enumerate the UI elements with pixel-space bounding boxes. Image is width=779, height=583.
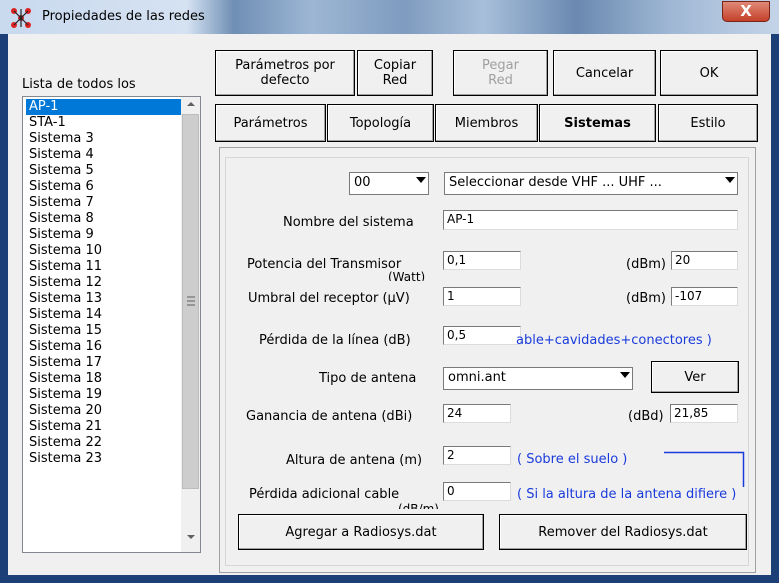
tab-parametros[interactable]: Parámetros	[215, 104, 326, 142]
default-parameters-button[interactable]: Parámetros por defecto	[215, 50, 355, 96]
antenna-height-note: ( Sobre el suelo )	[517, 452, 628, 467]
tx-power-label: Potencia del Transmisor	[247, 257, 402, 272]
list-item[interactable]: Sistema 11	[26, 259, 181, 275]
view-antenna-button[interactable]: Ver	[651, 361, 739, 393]
remove-from-radiosys-button[interactable]: Remover del Radiosys.dat	[499, 514, 747, 550]
list-item[interactable]: Sistema 23	[26, 451, 181, 467]
extra-loss-unit: (dB/m)	[398, 503, 439, 509]
list-item[interactable]: Sistema 22	[26, 435, 181, 451]
bracket-line	[664, 451, 745, 487]
list-item[interactable]: Sistema 12	[26, 275, 181, 291]
tab-topologia[interactable]: Topología	[327, 104, 434, 142]
antenna-type-value: omni.ant	[448, 370, 506, 385]
list-item[interactable]: STA-1	[26, 115, 181, 131]
list-item[interactable]: AP-1	[26, 99, 181, 115]
tx-power-unit: (Watt)	[388, 271, 426, 281]
list-item[interactable]: Sistema 4	[26, 147, 181, 163]
network-app-icon	[11, 8, 31, 28]
rx-dbm-label: (dBm)	[626, 291, 666, 306]
radio-system-dropdown[interactable]: Seleccionar desde VHF ... UHF ...	[444, 172, 738, 195]
gain-dbd-label: (dBd)	[628, 409, 664, 424]
list-item[interactable]: Sistema 17	[26, 355, 181, 371]
list-item[interactable]: Sistema 16	[26, 339, 181, 355]
tab-sistemas[interactable]: Sistemas	[539, 104, 656, 142]
tab-estilo[interactable]: Estilo	[658, 104, 758, 142]
chevron-down-icon	[416, 177, 426, 183]
list-item[interactable]: Sistema 8	[26, 211, 181, 227]
list-item[interactable]: Sistema 7	[26, 195, 181, 211]
rx-threshold-label: Umbral del receptor (µV)	[248, 291, 410, 306]
antenna-height-label: Altura de antena (m)	[286, 453, 423, 468]
list-item[interactable]: Sistema 13	[26, 291, 181, 307]
chevron-down-icon	[620, 372, 630, 378]
cancel-button[interactable]: Cancelar	[553, 50, 656, 96]
tab-miembros[interactable]: Miembros	[435, 104, 538, 142]
gain-dbd-input[interactable]: 21,85	[670, 404, 738, 423]
extra-loss-label: Pérdida adicional cable	[249, 487, 400, 502]
ok-button[interactable]: OK	[660, 50, 758, 96]
list-item[interactable]: Sistema 20	[26, 403, 181, 419]
line-loss-label: Pérdida de la línea (dB)	[259, 333, 411, 348]
rx-dbm-input[interactable]: -107	[671, 287, 738, 306]
antenna-height-input[interactable]: 2	[443, 446, 511, 465]
tx-dbm-input[interactable]: 20	[671, 251, 738, 270]
add-to-radiosys-button[interactable]: Agregar a Radiosys.dat	[238, 514, 484, 550]
scroll-up-icon[interactable]	[186, 100, 196, 108]
close-button[interactable]: X	[722, 1, 770, 22]
radio-system-value: Seleccionar desde VHF ... UHF ...	[449, 175, 662, 190]
tx-dbm-label: (dBm)	[626, 257, 666, 272]
antenna-type-dropdown[interactable]: omni.ant	[443, 367, 633, 390]
list-item[interactable]: Sistema 18	[26, 371, 181, 387]
window-title: Propiedades de las redes	[42, 9, 205, 24]
copy-network-button[interactable]: Copiar Red	[357, 50, 433, 96]
paste-network-button[interactable]: Pegar Red	[453, 50, 548, 96]
system-name-input[interactable]: AP-1	[443, 210, 738, 230]
antenna-gain-label: Ganancia de antena (dBi)	[246, 409, 413, 424]
list-item[interactable]: Sistema 19	[26, 387, 181, 403]
list-item[interactable]: Sistema 6	[26, 179, 181, 195]
system-index-value: 00	[354, 175, 371, 190]
list-item[interactable]: Sistema 3	[26, 131, 181, 147]
list-item[interactable]: Sistema 15	[26, 323, 181, 339]
extra-loss-input[interactable]: 0	[443, 482, 511, 501]
list-item[interactable]: Sistema 5	[26, 163, 181, 179]
list-item[interactable]: Sistema 9	[26, 227, 181, 243]
list-item[interactable]: Sistema 21	[26, 419, 181, 435]
list-item[interactable]: Sistema 10	[26, 243, 181, 259]
system-index-dropdown[interactable]: 00	[349, 172, 429, 195]
network-list[interactable]: AP-1 STA-1 Sistema 3 Sistema 4 Sistema 5…	[22, 96, 201, 553]
grip-icon	[187, 296, 195, 306]
antenna-type-label: Tipo de antena	[319, 371, 417, 386]
extra-loss-note: ( Si la altura de la antena difiere )	[517, 487, 737, 502]
tx-power-input[interactable]: 0,1	[443, 251, 521, 270]
system-name-label: Nombre del sistema	[283, 215, 414, 230]
scroll-down-icon[interactable]	[186, 533, 196, 541]
antenna-gain-input[interactable]: 24	[443, 404, 511, 423]
line-loss-note: able+cavidades+conectores )	[516, 333, 712, 348]
rx-threshold-input[interactable]: 1	[443, 287, 521, 306]
list-item[interactable]: Sistema 14	[26, 307, 181, 323]
chevron-down-icon	[725, 177, 735, 183]
network-list-label: Lista de todos los	[22, 77, 136, 92]
line-loss-input[interactable]: 0,5	[443, 326, 521, 345]
